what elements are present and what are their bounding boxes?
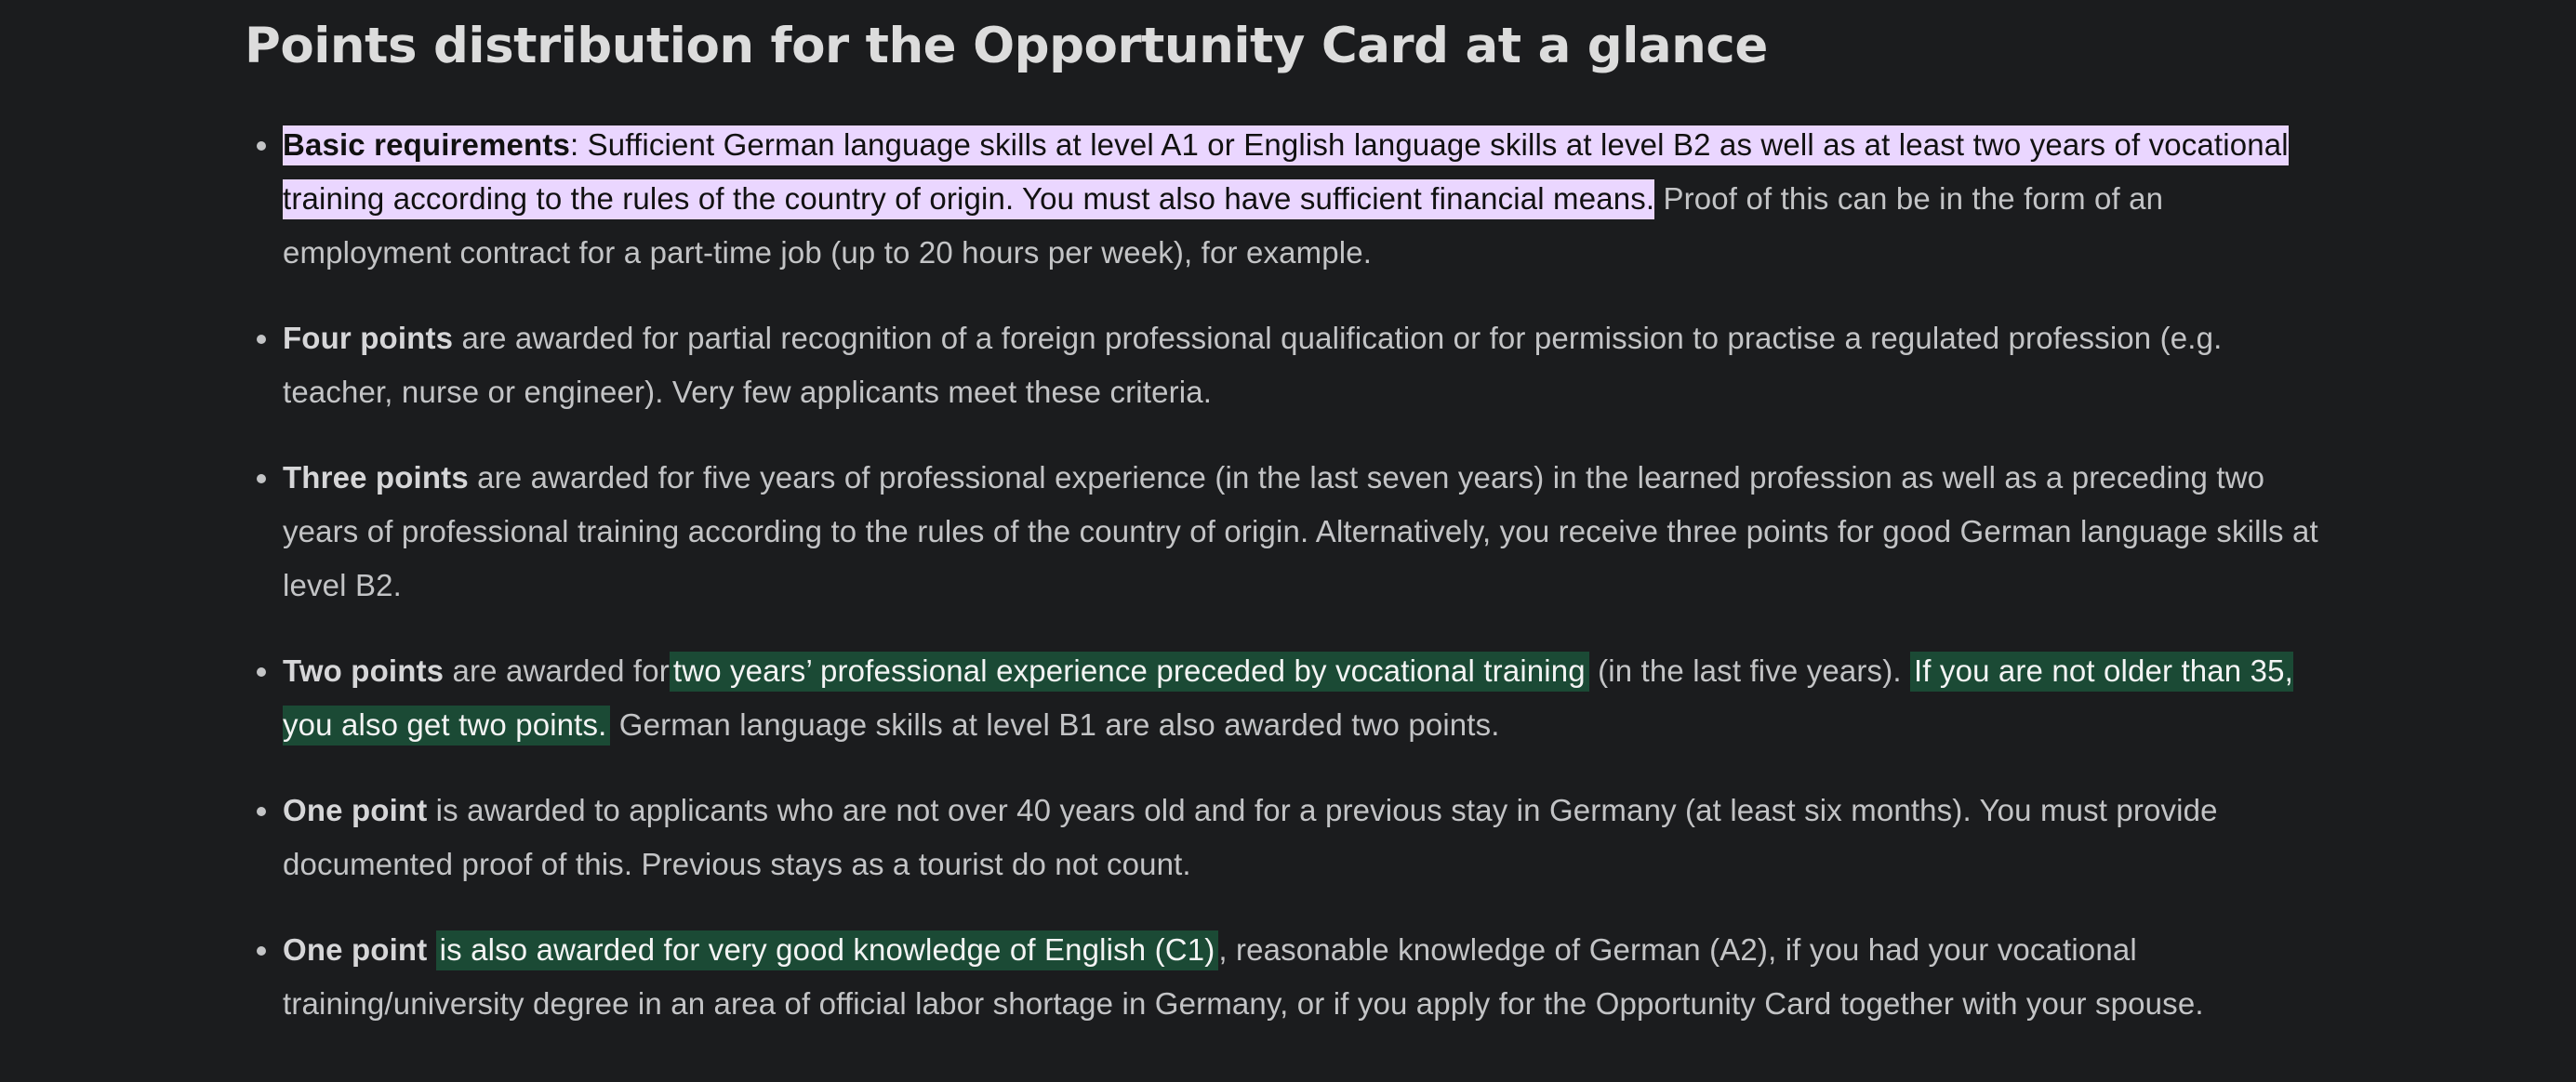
list-item-one-point-english: One point is also awarded for very good … bbox=[245, 923, 2318, 1031]
item-text: are awarded for bbox=[444, 653, 670, 688]
item-bold-label: Two points bbox=[283, 653, 445, 688]
list-item-one-point-age: One point is awarded to applicants who a… bbox=[245, 784, 2318, 891]
green-highlight: is also awarded for very good knowledge … bbox=[435, 930, 1219, 970]
item-text: are awarded for partial recognition of a… bbox=[283, 321, 2223, 409]
list-item-three-points: Three points are awarded for five years … bbox=[245, 451, 2318, 613]
item-text: German language skills at level B1 are a… bbox=[610, 707, 1500, 742]
bullet-icon bbox=[257, 807, 266, 816]
bullet-icon bbox=[257, 667, 266, 677]
bullet-icon bbox=[257, 946, 266, 956]
item-bold-label: Basic requirements bbox=[283, 127, 570, 162]
article-section: Points distribution for the Opportunity … bbox=[0, 0, 2576, 1082]
item-text: (in the last five years). bbox=[1588, 653, 1910, 688]
list-item-two-points: Two points are awarded for two years’ pro… bbox=[245, 644, 2318, 752]
bullet-icon bbox=[257, 474, 266, 483]
green-highlight: two years’ professional experience prece… bbox=[669, 652, 1589, 692]
item-bold-label: Three points bbox=[283, 460, 469, 495]
list-item-four-points: Four points are awarded for partial reco… bbox=[245, 311, 2318, 419]
list-item-basic-requirements: Basic requirements: Sufficient German la… bbox=[245, 118, 2318, 280]
item-text: are awarded for five years of profession… bbox=[283, 460, 2318, 602]
item-bold-label: Four points bbox=[283, 321, 454, 355]
section-heading: Points distribution for the Opportunity … bbox=[245, 18, 1768, 74]
item-text: is awarded to applicants who are not ove… bbox=[283, 793, 2218, 881]
points-list: Basic requirements: Sufficient German la… bbox=[245, 118, 2318, 1062]
item-bold-label: One point bbox=[283, 932, 428, 967]
bullet-icon bbox=[257, 335, 266, 344]
item-bold-label: One point bbox=[283, 793, 428, 827]
bullet-icon bbox=[257, 141, 266, 151]
